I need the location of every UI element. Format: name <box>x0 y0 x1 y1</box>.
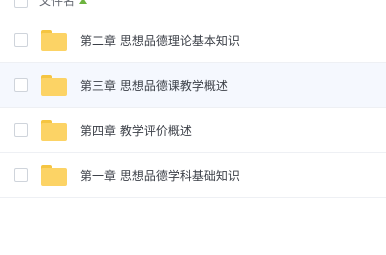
row-checkbox[interactable] <box>14 33 28 47</box>
row-checkbox[interactable] <box>14 168 28 182</box>
file-name[interactable]: 第一章 思想品德学科基础知识 <box>80 167 240 184</box>
row-checkbox[interactable] <box>14 78 28 92</box>
folder-icon <box>41 164 67 186</box>
file-name[interactable]: 第四章 教学评价概述 <box>80 122 192 139</box>
list-item[interactable]: 第三章 思想品德课教学概述 <box>0 63 386 108</box>
select-all-checkbox[interactable] <box>14 0 28 8</box>
list-item[interactable]: 第一章 思想品德学科基础知识 <box>0 153 386 198</box>
sort-ascending-icon[interactable] <box>79 0 88 4</box>
list-item[interactable]: 第四章 教学评价概述 <box>0 108 386 153</box>
row-checkbox[interactable] <box>14 123 28 137</box>
file-list: 文件名 第二章 思想品德理论基本知识 第三章 思想品德课教学概述 第四章 教学评… <box>0 0 386 255</box>
file-list-header: 文件名 <box>0 0 386 10</box>
folder-icon <box>41 74 67 96</box>
file-name[interactable]: 第二章 思想品德理论基本知识 <box>80 32 240 49</box>
folder-icon <box>41 119 67 141</box>
folder-icon <box>41 29 67 51</box>
column-header-filename[interactable]: 文件名 <box>39 0 75 8</box>
file-name[interactable]: 第三章 思想品德课教学概述 <box>80 77 228 94</box>
list-item[interactable]: 第二章 思想品德理论基本知识 <box>0 18 386 63</box>
